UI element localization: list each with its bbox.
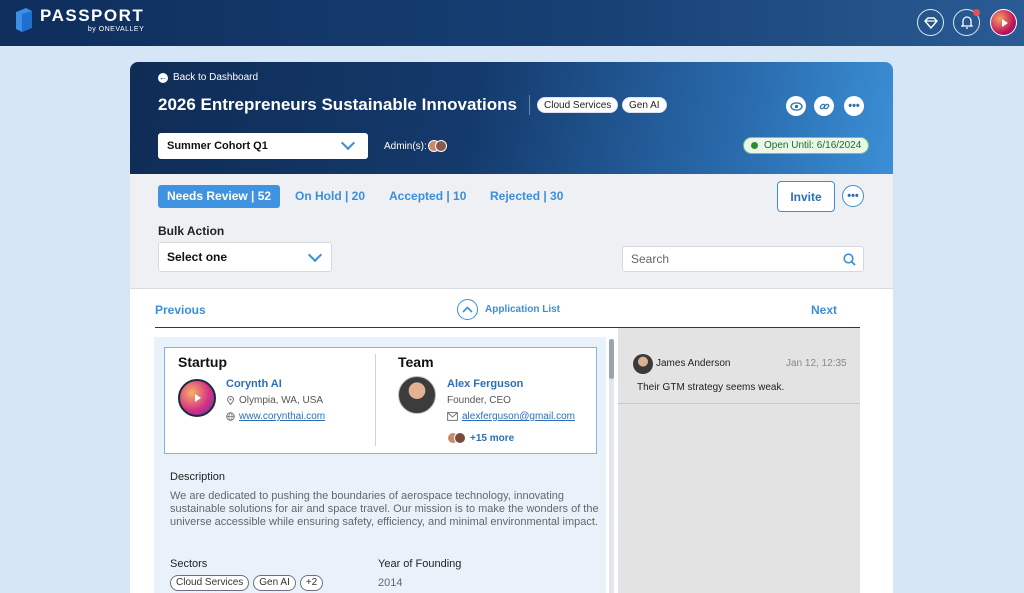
tag-cloud-services: Cloud Services: [537, 97, 619, 113]
team-heading: Team: [398, 354, 434, 370]
company-logo: [178, 379, 216, 417]
founder-avatar: [398, 376, 436, 414]
chevron-down-icon: [307, 247, 323, 263]
commenter-avatar: [633, 354, 653, 374]
invite-button[interactable]: Invite: [777, 181, 835, 212]
title-divider: [529, 95, 530, 115]
startup-name-link[interactable]: Corynth AI: [226, 378, 282, 390]
comment-time: Jan 12, 12:35: [786, 358, 847, 369]
sector-tag: Gen AI: [253, 575, 296, 591]
location-pin-icon: [226, 396, 235, 405]
tag-gen-ai: Gen AI: [622, 97, 667, 113]
brand-tagline: by ONEVALLEY: [87, 26, 145, 33]
tab-needs-review[interactable]: Needs Review | 52: [158, 185, 281, 208]
view-icon[interactable]: [786, 96, 806, 116]
founder-name-link[interactable]: Alex Ferguson: [447, 378, 523, 390]
comment-text: Their GTM strategy seems weak.: [637, 382, 785, 393]
bell-icon[interactable]: [953, 9, 980, 36]
status-dot-icon: [751, 142, 758, 149]
admin-avatar[interactable]: [434, 140, 447, 152]
founder-email: alexferguson@gmail.com: [447, 411, 575, 422]
globe-icon: [226, 412, 235, 421]
user-avatar[interactable]: [990, 9, 1017, 36]
application-details: Startup Corynth AI Olympia, WA, USA www.…: [154, 337, 606, 593]
next-button[interactable]: Next: [811, 303, 837, 317]
link-icon[interactable]: [814, 96, 834, 116]
startup-location: Olympia, WA, USA: [226, 395, 323, 406]
founding-year: 2014: [378, 577, 403, 589]
passport-logo-icon: [16, 8, 32, 32]
brand-name: PASSPORT: [40, 6, 145, 25]
member-avatar: [454, 432, 466, 444]
notification-dot: [973, 9, 980, 16]
startup-website: www.corynthai.com: [226, 411, 325, 422]
top-bar: PASSPORT by ONEVALLEY: [0, 0, 1024, 46]
application-list-toggle[interactable]: Application List: [457, 299, 560, 320]
scrollbar-thumb[interactable]: [609, 339, 614, 379]
founding-label: Year of Founding: [378, 558, 462, 570]
program-title: 2026 Entrepreneurs Sustainable Innovatio…: [158, 95, 518, 114]
search-icon[interactable]: [843, 253, 856, 266]
startup-team-box: Startup Corynth AI Olympia, WA, USA www.…: [164, 347, 597, 454]
startup-heading: Startup: [178, 354, 227, 370]
bulk-action-dropdown[interactable]: Select one: [158, 242, 332, 272]
comments-panel: James Anderson Jan 12, 12:35 Their GTM s…: [618, 328, 860, 593]
search-input[interactable]: Search: [622, 246, 864, 272]
sector-tag: Cloud Services: [170, 575, 250, 591]
box-divider: [375, 354, 376, 446]
chevron-up-icon: [457, 299, 478, 320]
mail-icon: [447, 412, 458, 421]
comment-author: James Anderson: [656, 358, 731, 369]
tab-rejected[interactable]: Rejected | 30: [490, 185, 563, 208]
email-link[interactable]: alexferguson@gmail.com: [462, 411, 575, 422]
founder-role: Founder, CEO: [447, 395, 511, 406]
description-label: Description: [170, 471, 226, 483]
more-members-link[interactable]: +15 more: [470, 433, 514, 444]
team-members[interactable]: +15 more: [447, 432, 514, 444]
diamond-icon[interactable]: [917, 9, 944, 36]
tab-on-hold[interactable]: On Hold | 20: [295, 185, 365, 208]
tab-accepted[interactable]: Accepted | 10: [389, 185, 466, 208]
passport-logo[interactable]: PASSPORT by ONEVALLEY: [14, 7, 144, 33]
application-card: ← Back to Dashboard 2026 Entrepreneurs S…: [130, 62, 893, 593]
admins: Admin(s):: [384, 140, 447, 152]
back-to-dashboard-link[interactable]: ← Back to Dashboard: [158, 72, 258, 83]
chevron-down-icon: [340, 135, 356, 151]
sector-tags: Cloud Services Gen AI +2: [170, 575, 327, 591]
more-actions-icon[interactable]: •••: [842, 185, 864, 207]
back-arrow-icon: ←: [158, 72, 168, 83]
more-options-icon[interactable]: •••: [844, 96, 864, 116]
description-text: We are dedicated to pushing the boundari…: [170, 490, 599, 528]
sectors-label: Sectors: [170, 558, 208, 570]
status-badge: Open Until: 6/16/2024: [743, 137, 870, 154]
website-link[interactable]: www.corynthai.com: [239, 411, 325, 422]
filter-bar: Needs Review | 52 On Hold | 20 Accepted …: [130, 174, 893, 289]
program-header: ← Back to Dashboard 2026 Entrepreneurs S…: [130, 62, 893, 174]
cohort-dropdown[interactable]: Summer Cohort Q1: [158, 133, 368, 159]
details-scrollbar[interactable]: [609, 339, 614, 593]
comment-item: James Anderson Jan 12, 12:35 Their GTM s…: [618, 342, 860, 404]
bulk-action-label: Bulk Action: [158, 224, 225, 238]
previous-button[interactable]: Previous: [155, 303, 206, 317]
sector-more-tag[interactable]: +2: [299, 575, 324, 591]
